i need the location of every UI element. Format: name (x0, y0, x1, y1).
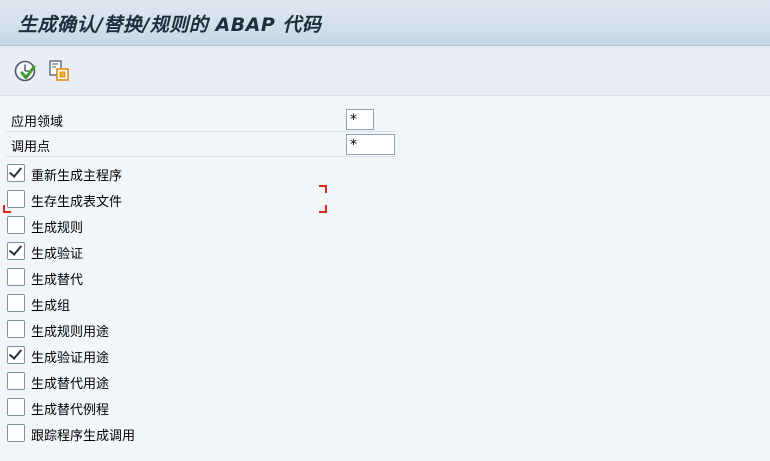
checkbox-trace-program-generation[interactable] (7, 424, 25, 442)
checkbox-row: 生成验证 (6, 240, 326, 262)
call-point-row: 调用点 (6, 133, 396, 157)
checkbox-generate-substitution-routine[interactable] (7, 398, 25, 416)
checkbox-regenerate-main-program[interactable] (7, 164, 25, 182)
checkbox-label[interactable]: 生成验证用途 (31, 347, 109, 366)
checkbox-label[interactable]: 生成验证 (31, 243, 83, 262)
title-bar: 生成确认/替换/规则的 ABAP 代码 (0, 0, 770, 46)
checkbox-label[interactable]: 生存生成表文件 (31, 191, 122, 210)
checkbox-label[interactable]: 生成替代例程 (31, 399, 109, 418)
checkbox-row: 生成规则用途 (6, 318, 326, 340)
application-area-label: 应用领域 (11, 115, 64, 130)
checkbox-row: 生成验证用途 (6, 344, 326, 366)
checkbox-label[interactable]: 重新生成主程序 (31, 165, 122, 184)
checkbox-generate-rules[interactable] (7, 216, 25, 234)
checkbox-generate-rule-usage[interactable] (7, 320, 25, 338)
copy-structure-icon (49, 60, 69, 81)
application-area-row: 应用领域 (6, 108, 396, 132)
checkbox-label[interactable]: 生成规则用途 (31, 321, 109, 340)
call-point-input[interactable] (346, 134, 395, 155)
application-toolbar (0, 46, 770, 96)
checkbox-row: 生成替代 (6, 266, 326, 288)
checkbox-generate-substitution[interactable] (7, 268, 25, 286)
checkbox-generate-validation[interactable] (7, 242, 25, 260)
checkbox-label[interactable]: 生成替代用途 (31, 373, 109, 392)
execute-button[interactable] (12, 58, 38, 84)
check-mark-icon (8, 242, 23, 256)
checkbox-generate-table-file[interactable] (7, 190, 25, 208)
check-mark-icon (8, 346, 23, 360)
checkbox-row: 生成规则 (6, 214, 326, 236)
selection-screen: 应用领域 调用点 重新生成主程序 生存生成表文件 生成规则 生成验证 生成替代 … (0, 96, 770, 461)
checkbox-label[interactable]: 生成组 (31, 295, 70, 314)
checkbox-row: 生成替代例程 (6, 396, 326, 418)
checkbox-generate-substitution-usage[interactable] (7, 372, 25, 390)
execute-clock-icon (14, 60, 36, 82)
checkbox-row: 生成替代用途 (6, 370, 326, 392)
checkbox-row: 跟踪程序生成调用 (6, 422, 326, 444)
checkbox-label[interactable]: 生成替代 (31, 269, 83, 288)
checkbox-label[interactable]: 生成规则 (31, 217, 83, 236)
checkbox-row: 生成组 (6, 292, 326, 314)
checkbox-label[interactable]: 跟踪程序生成调用 (31, 425, 135, 444)
checkbox-row: 生存生成表文件 (6, 188, 326, 210)
checkbox-generate-validation-usage[interactable] (7, 346, 25, 364)
call-point-label: 调用点 (11, 140, 51, 155)
checkbox-row: 重新生成主程序 (6, 162, 326, 184)
window-title: 生成确认/替换/规则的 ABAP 代码 (18, 14, 322, 36)
copy-button[interactable] (46, 58, 72, 84)
check-mark-icon (8, 164, 23, 178)
checkbox-generate-group[interactable] (7, 294, 25, 312)
application-area-input[interactable] (346, 109, 374, 130)
